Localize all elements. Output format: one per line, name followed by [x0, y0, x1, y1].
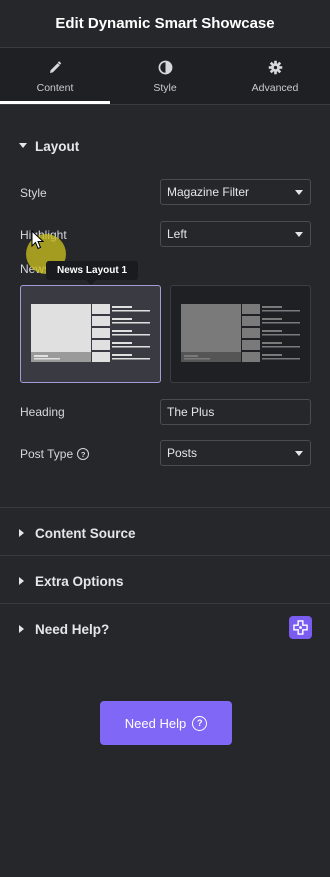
tab-style[interactable]: Style: [110, 48, 220, 104]
style-label: Style: [20, 186, 47, 200]
caret-right-icon: [19, 577, 31, 585]
layout-1-thumbnail: [31, 304, 150, 362]
section-need-help-title: Need Help?: [35, 621, 110, 637]
style-select[interactable]: Magazine Filter: [160, 179, 311, 205]
gear-icon: [268, 59, 283, 77]
tab-advanced[interactable]: Advanced: [220, 48, 330, 104]
post-type-label: Post Type ?: [20, 447, 90, 461]
section-extra-options-toggle[interactable]: Extra Options: [0, 572, 330, 590]
caret-right-icon: [19, 529, 31, 537]
tab-advanced-label: Advanced: [251, 81, 299, 94]
caret-right-icon: [19, 625, 31, 633]
tabs-divider: [0, 104, 330, 105]
pencil-icon: [48, 59, 62, 77]
post-type-select-value: Posts: [167, 446, 198, 460]
need-help-button[interactable]: Need Help ?: [100, 701, 232, 745]
panel-title-text: Edit Dynamic Smart Showcase: [55, 15, 275, 32]
section-extra-options-title: Extra Options: [35, 573, 124, 589]
layout-tooltip-text: News Layout 1: [57, 265, 128, 276]
heading-input-value: The Plus: [167, 405, 215, 419]
news-layout-1-option[interactable]: [20, 285, 161, 383]
layout-2-thumbnail: [181, 304, 300, 362]
plugin-logo-icon: [289, 616, 312, 639]
section-layout-title: Layout: [35, 138, 80, 154]
heading-label: Heading: [20, 405, 65, 419]
panel-title: Edit Dynamic Smart Showcase: [0, 0, 330, 48]
tab-content-label: Content: [36, 81, 74, 94]
post-type-select[interactable]: Posts: [160, 440, 311, 466]
section-divider: [0, 507, 330, 508]
style-select-value: Magazine Filter: [167, 185, 250, 199]
highlight-select[interactable]: Left: [160, 221, 311, 247]
section-content-source-toggle[interactable]: Content Source: [0, 524, 330, 542]
half-circle-icon: [158, 59, 173, 77]
caret-down-icon: [19, 143, 31, 149]
need-help-button-label: Need Help: [124, 715, 187, 731]
layout-tooltip: News Layout 1: [46, 261, 139, 285]
section-divider: [0, 555, 330, 556]
panel-tabs: Content Style Advanced: [0, 48, 330, 104]
heading-input[interactable]: The Plus: [160, 399, 311, 425]
chevron-down-icon: [295, 190, 303, 195]
question-circle-icon[interactable]: ?: [77, 448, 90, 460]
highlight-select-value: Left: [167, 227, 188, 241]
news-layout-2-option[interactable]: [170, 285, 311, 383]
tab-style-label: Style: [153, 81, 177, 94]
tab-content[interactable]: Content: [0, 48, 110, 104]
section-divider: [0, 603, 330, 604]
section-need-help-toggle[interactable]: Need Help?: [0, 620, 330, 638]
post-type-label-text: Post Type: [20, 447, 74, 461]
mouse-pointer-icon: [31, 230, 45, 250]
section-layout-toggle[interactable]: Layout: [0, 137, 330, 155]
question-circle-icon: ?: [192, 715, 208, 731]
chevron-down-icon: [295, 232, 303, 237]
section-content-source-title: Content Source: [35, 525, 136, 541]
chevron-down-icon: [295, 451, 303, 456]
